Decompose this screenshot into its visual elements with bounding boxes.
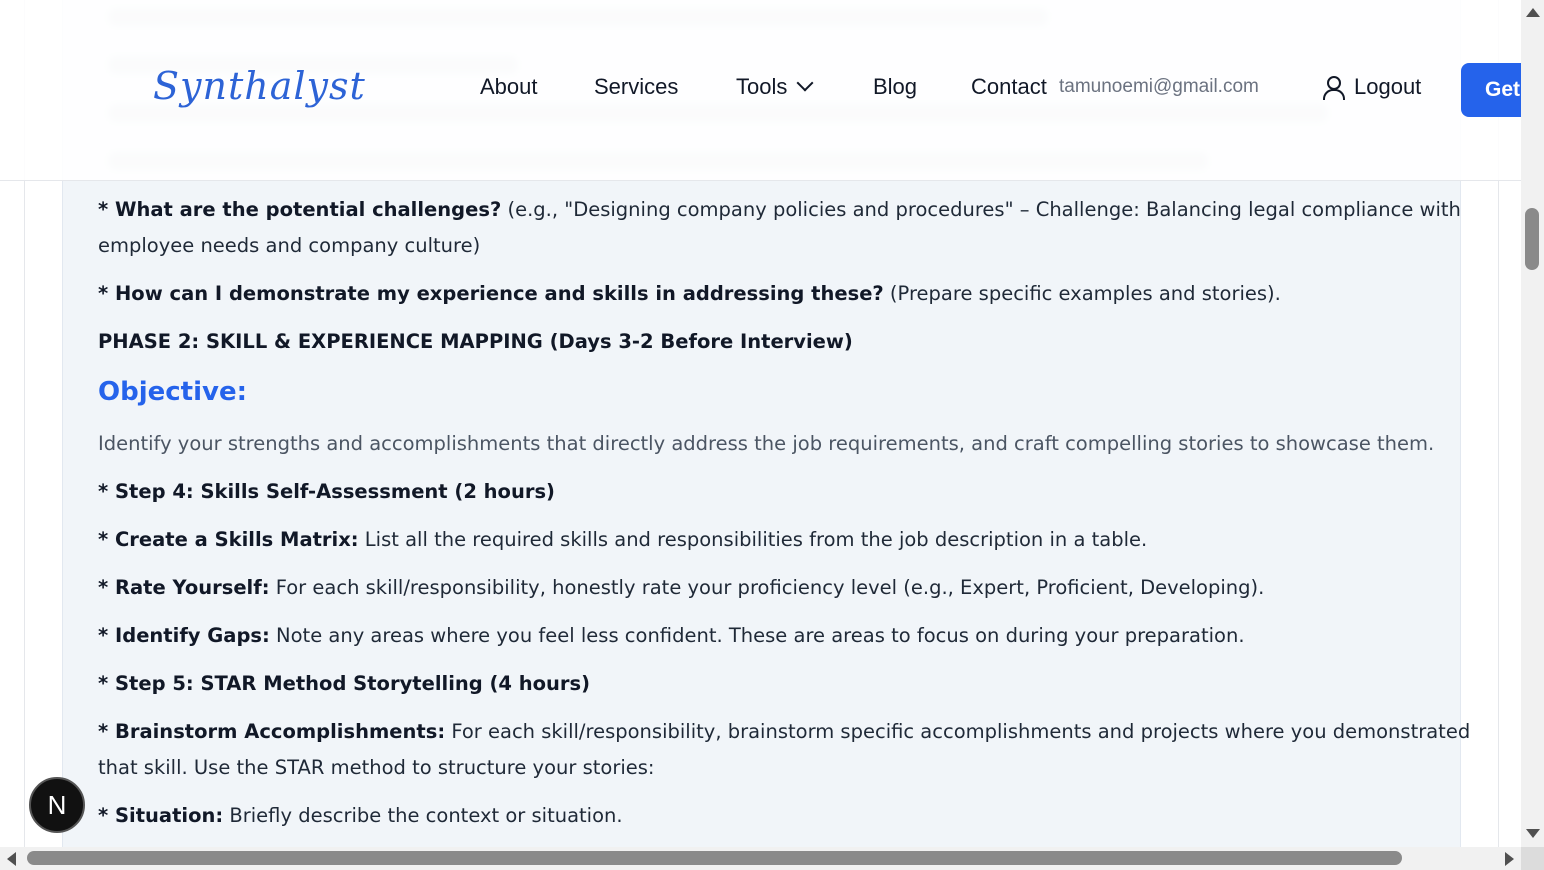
next-dev-indicator-button[interactable]: N [29, 777, 85, 833]
nav-tools-label: Tools [736, 74, 788, 99]
scroll-left-arrow-icon[interactable] [7, 852, 16, 866]
rate-yourself-text: For each skill/responsibility, honestly … [269, 576, 1265, 599]
nav-about[interactable]: About [480, 74, 538, 100]
site-logo[interactable]: Synthalyst [153, 64, 366, 108]
nav-blog[interactable]: Blog [873, 74, 917, 100]
brainstorm-label: * Brainstorm Accomplishments: [98, 720, 446, 743]
situation-item: * Situation: Briefly describe the contex… [98, 798, 623, 834]
phase-2-heading: PHASE 2: SKILL & EXPERIENCE MAPPING (Day… [98, 330, 853, 353]
identify-gaps-text: Note any areas where you feel less confi… [269, 624, 1245, 647]
scroll-right-arrow-icon[interactable] [1505, 852, 1514, 866]
skills-matrix-item: * Create a Skills Matrix: List all the r… [98, 522, 1147, 558]
user-email: tamunoemi@gmail.com [1059, 76, 1259, 97]
nav-tools[interactable]: Tools [736, 74, 814, 100]
identify-gaps-label: * Identify Gaps: [98, 624, 270, 647]
demonstrate-question-label: * How can I demonstrate my experience an… [98, 282, 884, 305]
horizontal-scroll-thumb[interactable] [27, 851, 1402, 865]
scrollbar-corner [1521, 847, 1544, 870]
skills-matrix-text: List all the required skills and respons… [358, 528, 1148, 551]
skills-matrix-label: * Create a Skills Matrix: [98, 528, 359, 551]
vertical-scroll-thumb[interactable] [1525, 208, 1539, 270]
scroll-down-arrow-icon[interactable] [1526, 829, 1540, 838]
logout-label: Logout [1354, 74, 1422, 99]
logout-button[interactable]: Logout [1322, 74, 1421, 100]
step-4-heading: * Step 4: Skills Self-Assessment (2 hour… [98, 480, 555, 503]
nav-contact[interactable]: Contact [971, 74, 1047, 100]
situation-label: * Situation: [98, 804, 224, 827]
site-header: Synthalyst About Services Tools Blog Con… [0, 0, 1521, 181]
demonstrate-question-text: (Prepare specific examples and stories). [883, 282, 1281, 305]
challenges-question-continued: employee needs and company culture) [98, 234, 481, 257]
objective-heading: Objective: [98, 377, 247, 407]
brainstorm-item: * Brainstorm Accomplishments: For each s… [98, 714, 1470, 750]
vertical-scrollbar[interactable] [1521, 0, 1544, 847]
get-started-button[interactable]: Get [1461, 63, 1521, 117]
situation-text: Briefly describe the context or situatio… [223, 804, 623, 827]
chevron-down-icon [796, 74, 814, 92]
step-5-heading: * Step 5: STAR Method Storytelling (4 ho… [98, 672, 591, 695]
challenges-question-label: * What are the potential challenges? [98, 198, 502, 221]
identify-gaps-item: * Identify Gaps: Note any areas where yo… [98, 618, 1245, 654]
nav-services[interactable]: Services [594, 74, 678, 100]
challenges-question: * What are the potential challenges? (e.… [98, 192, 1461, 228]
rate-yourself-item: * Rate Yourself: For each skill/responsi… [98, 570, 1264, 606]
objective-text: Identify your strengths and accomplishme… [98, 432, 1435, 455]
page-viewport: * What are the potential challenges? (e.… [0, 0, 1521, 847]
user-icon [1322, 75, 1345, 100]
challenges-question-text: (e.g., "Designing company policies and p… [501, 198, 1461, 221]
brainstorm-item-continued: that skill. Use the STAR method to struc… [98, 756, 655, 779]
horizontal-scrollbar[interactable] [0, 847, 1521, 870]
brainstorm-text: For each skill/responsibility, brainstor… [445, 720, 1471, 743]
scroll-up-arrow-icon[interactable] [1526, 8, 1540, 17]
rate-yourself-label: * Rate Yourself: [98, 576, 270, 599]
demonstrate-question: * How can I demonstrate my experience an… [98, 276, 1281, 312]
